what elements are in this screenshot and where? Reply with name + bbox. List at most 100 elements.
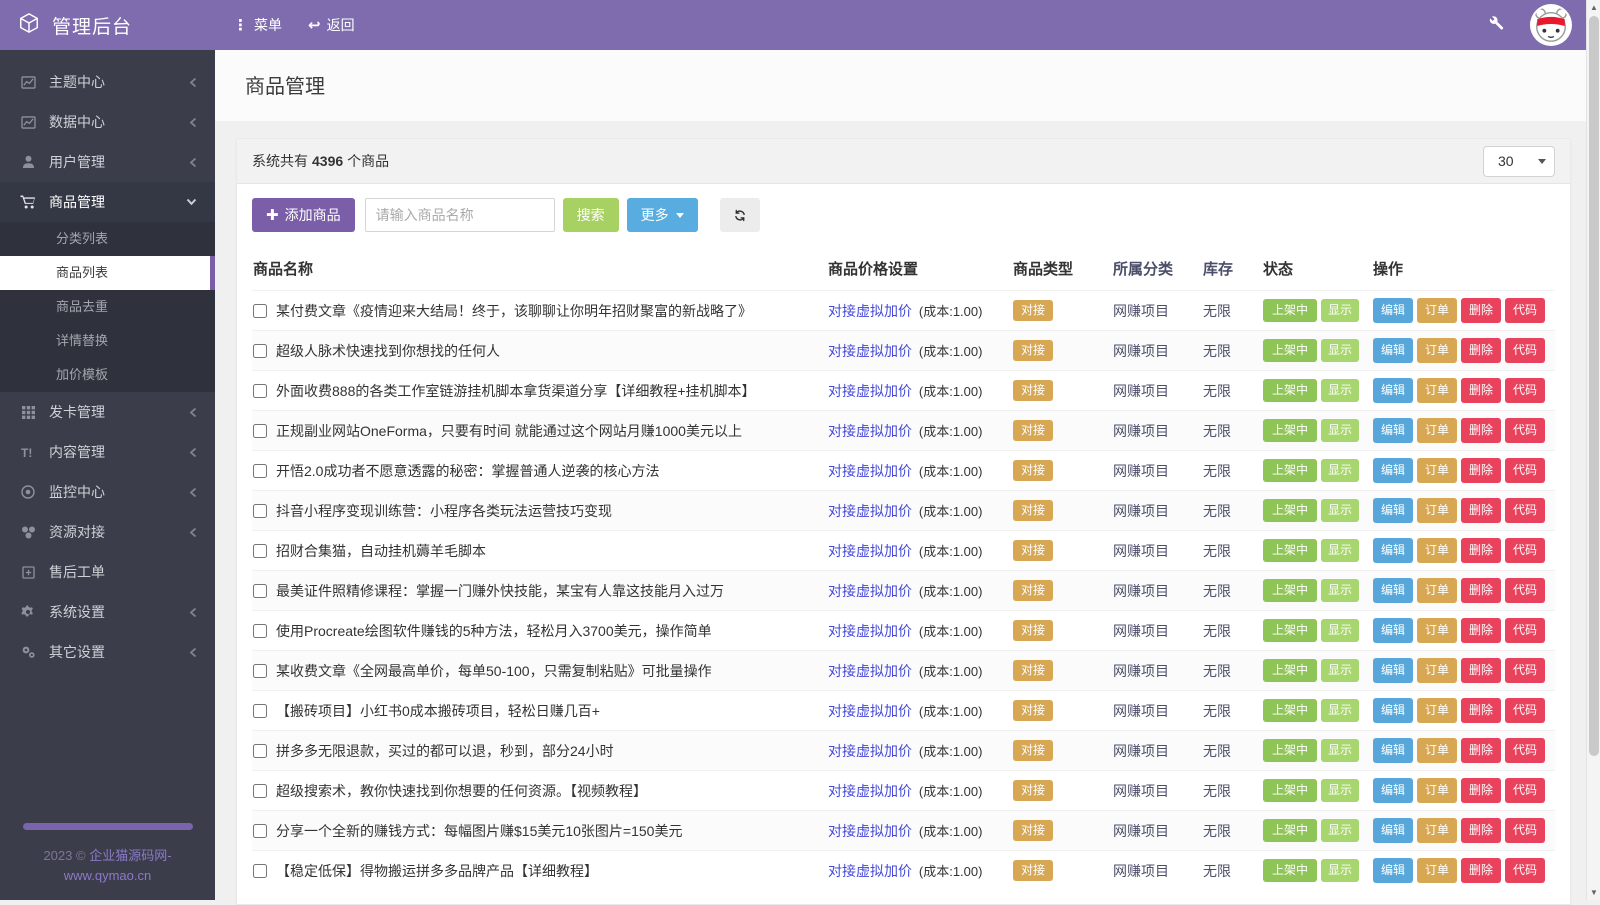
delete-button[interactable]: 删除 [1461,298,1501,322]
menu-toggle[interactable]: ⋮ 菜单 [233,15,282,35]
status-show-badge[interactable]: 显示 [1321,459,1359,482]
row-checkbox[interactable] [253,824,267,838]
submenu-item-detail-replace[interactable]: 详情替换 [0,324,215,358]
search-button[interactable]: 搜索 [563,198,619,232]
status-show-badge[interactable]: 显示 [1321,779,1359,802]
delete-button[interactable]: 删除 [1461,858,1501,882]
code-button[interactable]: 代码 [1505,418,1545,442]
submenu-item-markup-template[interactable]: 加价模板 [0,358,215,392]
row-checkbox[interactable] [253,864,267,878]
sidebar-item-user-management[interactable]: 用户管理 [0,142,215,182]
sidebar-item-theme-center[interactable]: 主题中心 [0,62,215,102]
row-checkbox[interactable] [253,384,267,398]
edit-button[interactable]: 编辑 [1373,578,1413,602]
price-link[interactable]: 对接虚拟加价 [828,383,912,399]
delete-button[interactable]: 删除 [1461,618,1501,642]
orders-button[interactable]: 订单 [1417,858,1457,882]
brand[interactable]: 管理后台 [0,12,215,39]
row-checkbox[interactable] [253,584,267,598]
row-checkbox[interactable] [253,344,267,358]
delete-button[interactable]: 删除 [1461,738,1501,762]
price-link[interactable]: 对接虚拟加价 [828,303,912,319]
code-button[interactable]: 代码 [1505,538,1545,562]
edit-button[interactable]: 编辑 [1373,538,1413,562]
orders-button[interactable]: 订单 [1417,618,1457,642]
status-on-badge[interactable]: 上架中 [1263,579,1317,602]
status-on-badge[interactable]: 上架中 [1263,779,1317,802]
delete-button[interactable]: 删除 [1461,578,1501,602]
row-checkbox[interactable] [253,424,267,438]
code-button[interactable]: 代码 [1505,378,1545,402]
status-on-badge[interactable]: 上架中 [1263,859,1317,882]
code-button[interactable]: 代码 [1505,618,1545,642]
row-checkbox[interactable] [253,464,267,478]
scrollbar-thumb[interactable] [1589,16,1599,756]
code-button[interactable]: 代码 [1505,658,1545,682]
price-link[interactable]: 对接虚拟加价 [828,623,912,639]
submenu-item-product-list[interactable]: 商品列表 [0,256,215,290]
orders-button[interactable]: 订单 [1417,738,1457,762]
page-scrollbar[interactable]: ▲ ▼ [1586,0,1600,900]
row-checkbox[interactable] [253,624,267,638]
scroll-up-arrow[interactable]: ▲ [1587,0,1600,15]
page-size-select[interactable]: 30 [1483,146,1555,177]
sidebar-item-card-management[interactable]: 发卡管理 [0,392,215,432]
row-checkbox[interactable] [253,744,267,758]
status-on-badge[interactable]: 上架中 [1263,379,1317,402]
delete-button[interactable]: 删除 [1461,378,1501,402]
row-checkbox[interactable] [253,504,267,518]
delete-button[interactable]: 删除 [1461,698,1501,722]
price-link[interactable]: 对接虚拟加价 [828,463,912,479]
price-link[interactable]: 对接虚拟加价 [828,503,912,519]
status-on-badge[interactable]: 上架中 [1263,539,1317,562]
submenu-item-category-list[interactable]: 分类列表 [0,222,215,256]
code-button[interactable]: 代码 [1505,338,1545,362]
price-link[interactable]: 对接虚拟加价 [828,823,912,839]
price-link[interactable]: 对接虚拟加价 [828,663,912,679]
orders-button[interactable]: 订单 [1417,778,1457,802]
status-on-badge[interactable]: 上架中 [1263,819,1317,842]
footer-site-link[interactable]: 企业猫源码网- [89,848,171,863]
sidebar-item-after-sales-ticket[interactable]: 售后工单 [0,552,215,592]
edit-button[interactable]: 编辑 [1373,658,1413,682]
edit-button[interactable]: 编辑 [1373,738,1413,762]
orders-button[interactable]: 订单 [1417,578,1457,602]
code-button[interactable]: 代码 [1505,298,1545,322]
code-button[interactable]: 代码 [1505,578,1545,602]
sidebar-item-resource-docking[interactable]: 资源对接 [0,512,215,552]
delete-button[interactable]: 删除 [1461,418,1501,442]
status-on-badge[interactable]: 上架中 [1263,659,1317,682]
more-dropdown-button[interactable]: 更多 [627,198,698,232]
status-show-badge[interactable]: 显示 [1321,859,1359,882]
orders-button[interactable]: 订单 [1417,818,1457,842]
status-show-badge[interactable]: 显示 [1321,579,1359,602]
delete-button[interactable]: 删除 [1461,658,1501,682]
status-show-badge[interactable]: 显示 [1321,619,1359,642]
orders-button[interactable]: 订单 [1417,698,1457,722]
status-show-badge[interactable]: 显示 [1321,419,1359,442]
orders-button[interactable]: 订单 [1417,298,1457,322]
edit-button[interactable]: 编辑 [1373,378,1413,402]
orders-button[interactable]: 订单 [1417,658,1457,682]
code-button[interactable]: 代码 [1505,498,1545,522]
status-on-badge[interactable]: 上架中 [1263,699,1317,722]
code-button[interactable]: 代码 [1505,458,1545,482]
price-link[interactable]: 对接虚拟加价 [828,543,912,559]
price-link[interactable]: 对接虚拟加价 [828,703,912,719]
row-checkbox[interactable] [253,784,267,798]
status-show-badge[interactable]: 显示 [1321,819,1359,842]
price-link[interactable]: 对接虚拟加价 [828,423,912,439]
price-link[interactable]: 对接虚拟加价 [828,343,912,359]
price-link[interactable]: 对接虚拟加价 [828,783,912,799]
back-button[interactable]: ↩ 返回 [308,15,355,35]
row-checkbox[interactable] [253,704,267,718]
row-checkbox[interactable] [253,664,267,678]
delete-button[interactable]: 删除 [1461,778,1501,802]
status-show-badge[interactable]: 显示 [1321,659,1359,682]
avatar[interactable] [1530,4,1572,46]
code-button[interactable]: 代码 [1505,858,1545,882]
code-button[interactable]: 代码 [1505,738,1545,762]
status-on-badge[interactable]: 上架中 [1263,499,1317,522]
edit-button[interactable]: 编辑 [1373,498,1413,522]
price-link[interactable]: 对接虚拟加价 [828,863,912,879]
